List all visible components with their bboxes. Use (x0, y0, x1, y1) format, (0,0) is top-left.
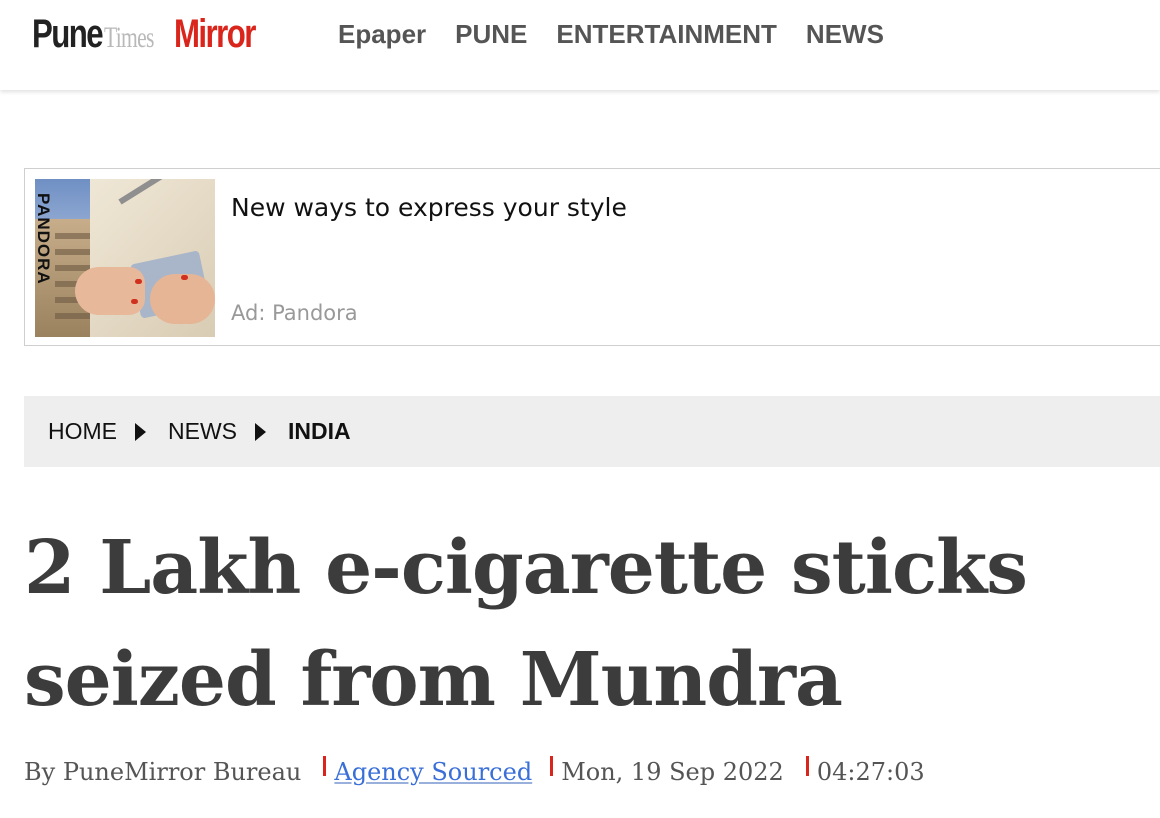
breadcrumb-home[interactable]: HOME (48, 418, 117, 445)
nav-item-news[interactable]: NEWS (806, 18, 884, 50)
article-byline: By PuneMirror Bureau Agency Sourced Mon,… (24, 756, 925, 786)
breadcrumb-news[interactable]: NEWS (168, 418, 237, 445)
nav-item-pune[interactable]: PUNE (455, 18, 527, 50)
ad-title[interactable]: New ways to express your style (231, 193, 627, 222)
author-name: By PuneMirror Bureau (24, 758, 302, 786)
sponsored-ad[interactable]: PANDORA New ways to express your style A… (24, 168, 1160, 346)
nav-item-epaper[interactable]: Epaper (338, 18, 426, 50)
article-headline: 2 Lakh e-cigarette sticks seized from Mu… (24, 525, 1028, 723)
publish-date: Mon, 19 Sep 2022 (561, 758, 784, 786)
separator-bar (323, 756, 327, 776)
main-nav: Epaper PUNE ENTERTAINMENT NEWS (338, 18, 913, 50)
site-header: Pune Times Mirror Epaper PUNE ENTERTAINM… (0, 0, 1160, 90)
ad-brand-logo: PANDORA (35, 193, 53, 285)
separator-bar (550, 756, 554, 776)
publish-time: 04:27:03 (816, 758, 925, 786)
logo-times-text: Times (104, 21, 154, 54)
logo-mirror-text: Mirror (174, 12, 256, 56)
ad-source-label: Ad: Pandora (231, 301, 358, 325)
nav-item-entertainment[interactable]: ENTERTAINMENT (556, 18, 777, 50)
site-logo[interactable]: Pune Times Mirror (32, 12, 298, 58)
triangle-right-icon (255, 422, 266, 441)
logo-pune-text: Pune (32, 12, 104, 56)
ad-image[interactable]: PANDORA (35, 179, 215, 337)
triangle-right-icon (135, 422, 146, 441)
separator-bar (805, 756, 809, 776)
breadcrumb: HOME NEWS INDIA (24, 396, 1160, 467)
source-link[interactable]: Agency Sourced (334, 758, 532, 786)
breadcrumb-india[interactable]: INDIA (288, 418, 351, 445)
